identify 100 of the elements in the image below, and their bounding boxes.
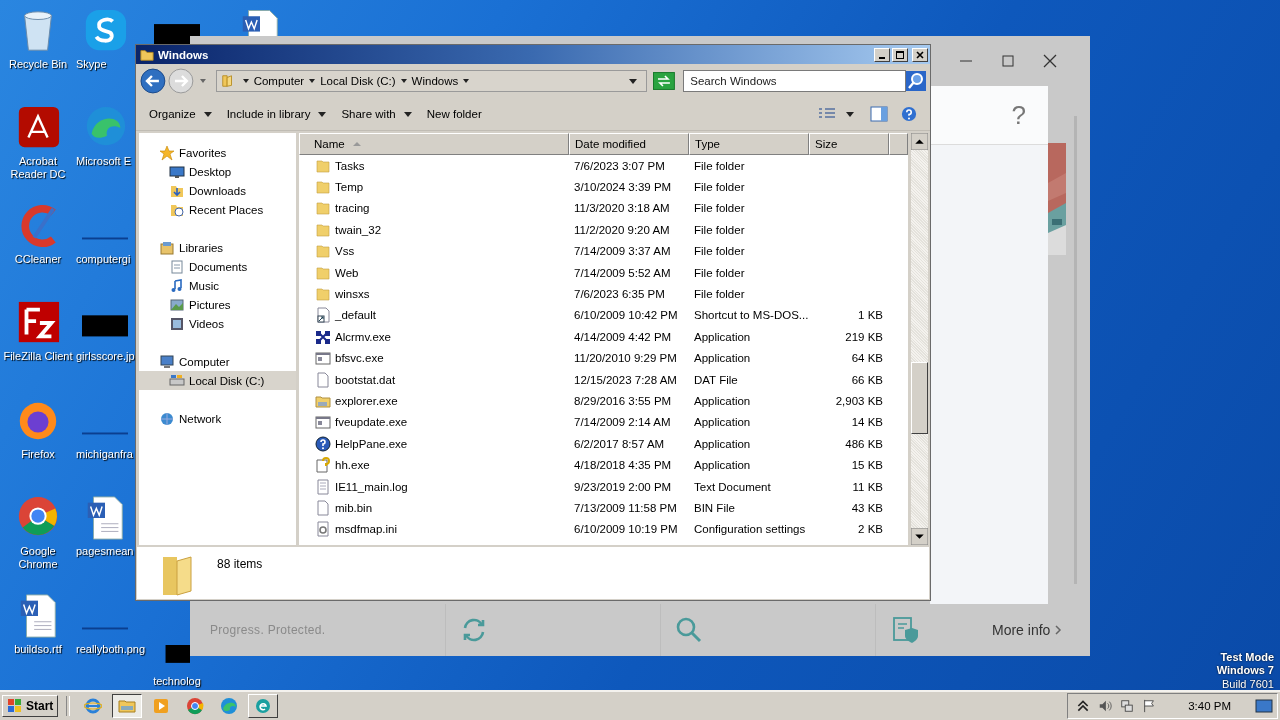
desktop-icon-label[interactable]: Google Chrome xyxy=(2,545,74,572)
nav-item[interactable]: Videos xyxy=(139,314,296,333)
desktop-icon-label[interactable]: Microsoft E xyxy=(76,155,131,169)
breadcrumb[interactable]: Local Disk (C:) xyxy=(319,75,397,87)
date-modified: 11/3/2020 3:18 AM xyxy=(574,202,670,215)
file-type: BIN File xyxy=(694,501,735,514)
volume-icon[interactable] xyxy=(1098,699,1113,713)
column-header[interactable]: Name xyxy=(299,133,569,155)
column-header[interactable]: Date modified xyxy=(569,133,689,155)
caret-icon xyxy=(403,110,412,118)
toolbar-button[interactable]: Include in library xyxy=(221,108,337,120)
desktop-icon-label[interactable]: computergi xyxy=(76,252,131,266)
nav-item[interactable]: Music xyxy=(139,276,296,295)
scrollbar-thumb[interactable] xyxy=(911,362,928,434)
file-name[interactable]: bootstat.dat xyxy=(335,373,396,386)
network-icon[interactable] xyxy=(1120,699,1135,713)
caret-icon[interactable] xyxy=(846,110,854,118)
file-name[interactable]: msdfmap.ini xyxy=(335,523,397,536)
show-hidden-icons-icon[interactable] xyxy=(1076,699,1091,713)
file-name[interactable]: twain_32 xyxy=(335,223,382,236)
column-header[interactable]: Type xyxy=(689,133,809,155)
caret-icon[interactable] xyxy=(399,77,408,85)
nav-item[interactable]: Computer xyxy=(139,352,296,371)
nav-item[interactable]: Local Disk (C:) xyxy=(139,371,296,390)
file-name[interactable]: _default xyxy=(335,309,376,322)
caret-icon[interactable] xyxy=(629,77,638,85)
nav-item[interactable]: Downloads xyxy=(139,181,296,200)
toolbar-button[interactable]: Share with xyxy=(336,108,422,120)
desktop-icon-label[interactable]: Skype xyxy=(76,58,107,71)
toolbar-button[interactable]: Organize xyxy=(144,108,222,120)
document-icon xyxy=(169,258,185,275)
nav-item[interactable]: Network xyxy=(139,409,296,428)
desktop-icon-label[interactable]: FileZilla Client xyxy=(2,350,74,364)
toolbar-button[interactable]: New folder xyxy=(421,108,492,120)
file-name[interactable]: winsxs xyxy=(335,288,370,301)
file-name[interactable]: Alcrmv.exe xyxy=(335,330,392,343)
scrollbar[interactable] xyxy=(911,133,928,545)
caret-icon[interactable] xyxy=(308,77,317,85)
date-modified: 3/10/2024 3:39 PM xyxy=(574,181,672,194)
file-name[interactable]: HelpPane.exe xyxy=(335,437,408,450)
breadcrumb[interactable]: Windows xyxy=(410,75,460,87)
desktop-icon-label[interactable]: michiganfra xyxy=(76,447,133,461)
flag-icon[interactable] xyxy=(1142,699,1157,713)
maximize-button[interactable] xyxy=(892,47,908,62)
preview-pane-icon[interactable] xyxy=(870,106,888,122)
file-name[interactable]: tracing xyxy=(335,202,370,215)
file-name[interactable]: bfsvc.exe xyxy=(335,352,384,365)
close-icon xyxy=(915,49,925,60)
file-type: File folder xyxy=(694,202,745,215)
desktop-icon-label[interactable]: Recycle Bin xyxy=(2,58,74,71)
search-button[interactable] xyxy=(906,71,926,91)
back-button[interactable] xyxy=(140,68,166,94)
caret-icon[interactable] xyxy=(241,77,250,85)
refresh-button[interactable] xyxy=(653,72,676,90)
file-name[interactable]: IE11_main.log xyxy=(335,480,408,493)
desktop-icon-label[interactable]: Acrobat Reader DC xyxy=(2,155,74,182)
scroll-up-button[interactable] xyxy=(911,133,928,150)
desktop-icon-label[interactable]: technolog xyxy=(153,675,201,688)
help-icon[interactable] xyxy=(900,106,918,122)
folder-icon xyxy=(118,697,137,715)
file-name[interactable]: Vss xyxy=(335,245,355,258)
search-field[interactable]: Search Windows xyxy=(683,70,906,92)
nav-item[interactable]: Pictures xyxy=(139,295,296,314)
nav-item[interactable]: Libraries xyxy=(139,238,296,257)
column-header[interactable]: Size xyxy=(809,133,889,155)
file-name[interactable]: Tasks xyxy=(335,159,365,172)
file-size: 64 KB xyxy=(851,352,883,365)
folder-icon xyxy=(315,200,331,217)
desktop-icon-label[interactable]: CCleaner xyxy=(2,252,74,266)
more-info-link[interactable]: More info xyxy=(992,622,1063,638)
caret-icon[interactable] xyxy=(462,77,471,85)
address-bar[interactable]: Computer Local Disk (C:) Windows xyxy=(215,70,648,92)
file-name[interactable]: explorer.exe xyxy=(335,395,398,407)
start-button[interactable]: Start xyxy=(2,695,59,717)
help-button[interactable]: ? xyxy=(1011,99,1026,131)
breadcrumb[interactable]: Computer xyxy=(252,75,306,87)
nav-item[interactable]: Recent Places xyxy=(139,200,296,219)
minimize-button[interactable] xyxy=(874,47,890,62)
file-name[interactable]: mib.bin xyxy=(335,501,373,514)
nav-item[interactable]: Favorites xyxy=(139,143,296,162)
file-name[interactable]: fveupdate.exe xyxy=(335,416,408,429)
close-icon[interactable] xyxy=(1042,53,1058,69)
clock[interactable]: 3:40 PM xyxy=(1188,700,1231,712)
desktop-icon-label[interactable]: Firefox xyxy=(2,447,74,461)
scroll-down-button[interactable] xyxy=(911,528,928,545)
file-icon xyxy=(315,499,331,516)
desktop-icon-label[interactable]: pagesmean xyxy=(76,545,134,559)
desktop-icon-label[interactable]: buildso.rtf xyxy=(2,642,74,656)
desktop-icon-label[interactable]: girlsscore.jp xyxy=(76,350,135,364)
nav-item[interactable]: Desktop xyxy=(139,162,296,181)
file-name[interactable]: Web xyxy=(335,266,359,279)
file-name[interactable]: Temp xyxy=(335,181,364,194)
nav-item[interactable]: Documents xyxy=(139,257,296,276)
taskbar-app[interactable] xyxy=(112,694,143,718)
close-button[interactable] xyxy=(912,47,928,62)
file-name[interactable]: hh.exe xyxy=(335,459,370,472)
drive-icon xyxy=(169,372,185,389)
maximize-icon[interactable] xyxy=(1000,53,1016,69)
desktop-icon-label[interactable]: reallyboth.png xyxy=(76,642,146,656)
sort-arrow-icon xyxy=(352,141,361,147)
